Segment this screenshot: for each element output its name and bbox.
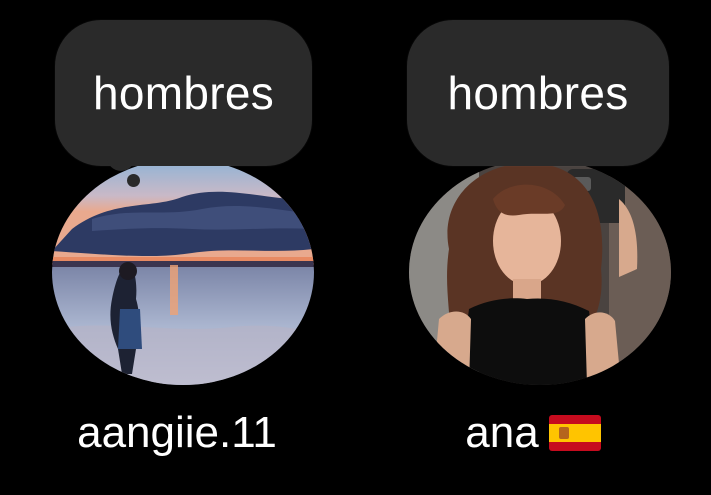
note-bubble-dot xyxy=(127,174,140,187)
note-text: hombres xyxy=(92,67,275,119)
username-text: ana xyxy=(465,408,539,457)
spain-flag-icon xyxy=(548,415,601,451)
avatar[interactable] xyxy=(52,159,314,385)
profile-note-card[interactable]: hombres aangiie.11 xyxy=(0,0,360,495)
note-bubble[interactable]: hombres xyxy=(55,20,312,166)
username-text: aangiie.11 xyxy=(77,408,277,457)
username[interactable]: aangiie.11 xyxy=(0,408,357,458)
notes-row: hombres aangiie.11 hombres ana xyxy=(0,0,711,495)
note-text: hombres xyxy=(447,67,629,119)
profile-note-card[interactable]: hombres ana xyxy=(356,0,711,495)
username[interactable]: ana xyxy=(353,408,711,458)
note-bubble[interactable]: hombres xyxy=(407,20,669,166)
avatar[interactable] xyxy=(409,159,671,385)
avatar-photo-mirror-selfie xyxy=(409,159,671,385)
avatar-photo-beach-sunset xyxy=(52,159,314,385)
